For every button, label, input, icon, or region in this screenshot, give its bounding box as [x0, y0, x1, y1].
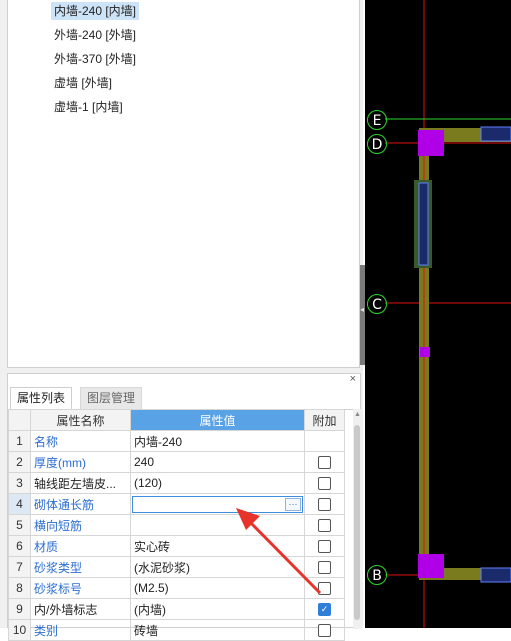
extra-checkbox[interactable] — [318, 456, 331, 470]
header-name: 属性名称 — [30, 409, 131, 431]
table-header: 属性名称 属性值 附加 — [8, 409, 345, 431]
header-num — [8, 409, 31, 431]
row-number: 6 — [8, 535, 31, 557]
row-number: 1 — [8, 430, 31, 452]
property-value[interactable]: (120) — [130, 472, 305, 494]
header-extra: 附加 — [304, 409, 345, 431]
arrow-shaft — [244, 516, 322, 595]
property-name: 横向短筋 — [30, 514, 131, 536]
panel-tabs: 属性列表 图层管理 — [8, 387, 360, 410]
property-name: 厚度(mm) — [30, 451, 131, 473]
row-number: 10 — [8, 619, 31, 641]
table-row[interactable]: 1 名称 内墙-240 — [8, 430, 345, 452]
extra-cell — [304, 472, 345, 494]
property-name: 砂浆标号 — [30, 577, 131, 599]
annotation-arrow — [236, 508, 322, 595]
scroll-thumb[interactable] — [354, 425, 360, 620]
property-value[interactable]: 240 — [130, 451, 305, 473]
row-number: 3 — [8, 472, 31, 494]
close-icon[interactable]: × — [350, 373, 356, 385]
tab-property-list[interactable]: 属性列表 — [10, 387, 73, 410]
property-scrollbar[interactable]: ▲ — [353, 409, 361, 629]
tree-item-virtual-wall[interactable]: 虚墙 [外墙] — [51, 74, 115, 92]
extra-cell — [304, 430, 345, 452]
row-number: 9 — [8, 598, 31, 620]
property-name: 类别 — [30, 619, 131, 641]
extra-checkbox[interactable] — [318, 477, 331, 491]
tree-item-outer-wall-370[interactable]: 外墙-370 [外墙] — [51, 50, 139, 68]
property-name: 名称 — [30, 430, 131, 452]
header-value: 属性值 — [130, 409, 305, 431]
column-top[interactable] — [418, 130, 444, 156]
tree-item-inner-wall-240[interactable]: 内墙-240 [内墙] — [51, 2, 140, 20]
tab-layer-management[interactable]: 图层管理 — [80, 387, 143, 409]
property-name: 内/外墙标志 — [30, 598, 131, 620]
property-value[interactable]: 内墙-240 — [130, 430, 305, 452]
column-bottom[interactable] — [418, 554, 444, 578]
property-name: 砂浆类型 — [30, 556, 131, 578]
extra-cell — [304, 451, 345, 473]
window[interactable] — [418, 182, 429, 266]
axis-label-c: C — [367, 294, 387, 314]
axis-label-d: D — [367, 134, 387, 154]
extra-cell: ✓ — [304, 598, 345, 620]
scroll-up-icon[interactable]: ▲ — [354, 411, 361, 418]
extra-checkbox[interactable] — [318, 624, 331, 638]
collapse-arrow-icon[interactable]: ◂ — [360, 305, 364, 314]
property-value[interactable]: (内墙) — [130, 598, 305, 620]
tree-item-outer-wall-240[interactable]: 外墙-240 [外墙] — [51, 26, 139, 44]
window-bottom[interactable] — [480, 567, 511, 583]
property-name: 轴线距左墙皮... — [30, 472, 131, 494]
row-number: 4 — [8, 493, 31, 515]
extra-cell — [304, 619, 345, 641]
row-number: 7 — [8, 556, 31, 578]
axis-label-b: B — [367, 565, 387, 585]
cad-drawing-canvas[interactable]: E D C B — [365, 0, 511, 628]
cad-drawing — [385, 0, 511, 628]
table-row[interactable]: 3 轴线距左墙皮... (120) — [8, 472, 345, 494]
property-value[interactable]: 砖墙 — [130, 619, 305, 641]
window-top[interactable] — [480, 126, 511, 142]
property-name: 材质 — [30, 535, 131, 557]
row-number: 2 — [8, 451, 31, 473]
tree-item-virtual-wall-1[interactable]: 虚墙-1 [内墙] — [51, 98, 126, 116]
extra-checkbox-checked[interactable]: ✓ — [318, 603, 331, 617]
row-number: 5 — [8, 514, 31, 536]
property-name: 砌体通长筋 — [30, 493, 131, 515]
axis-label-e: E — [367, 110, 387, 130]
wall-component-tree: 内墙-240 [内墙] 外墙-240 [外墙] 外墙-370 [外墙] 虚墙 [… — [7, 0, 360, 368]
table-row[interactable]: 2 厚度(mm) 240 — [8, 451, 345, 473]
table-row[interactable]: 9 内/外墙标志 (内墙) ✓ — [8, 598, 345, 620]
column-middle[interactable] — [420, 347, 430, 357]
table-row[interactable]: 10 类别 砖墙 — [8, 619, 345, 641]
row-number: 8 — [8, 577, 31, 599]
